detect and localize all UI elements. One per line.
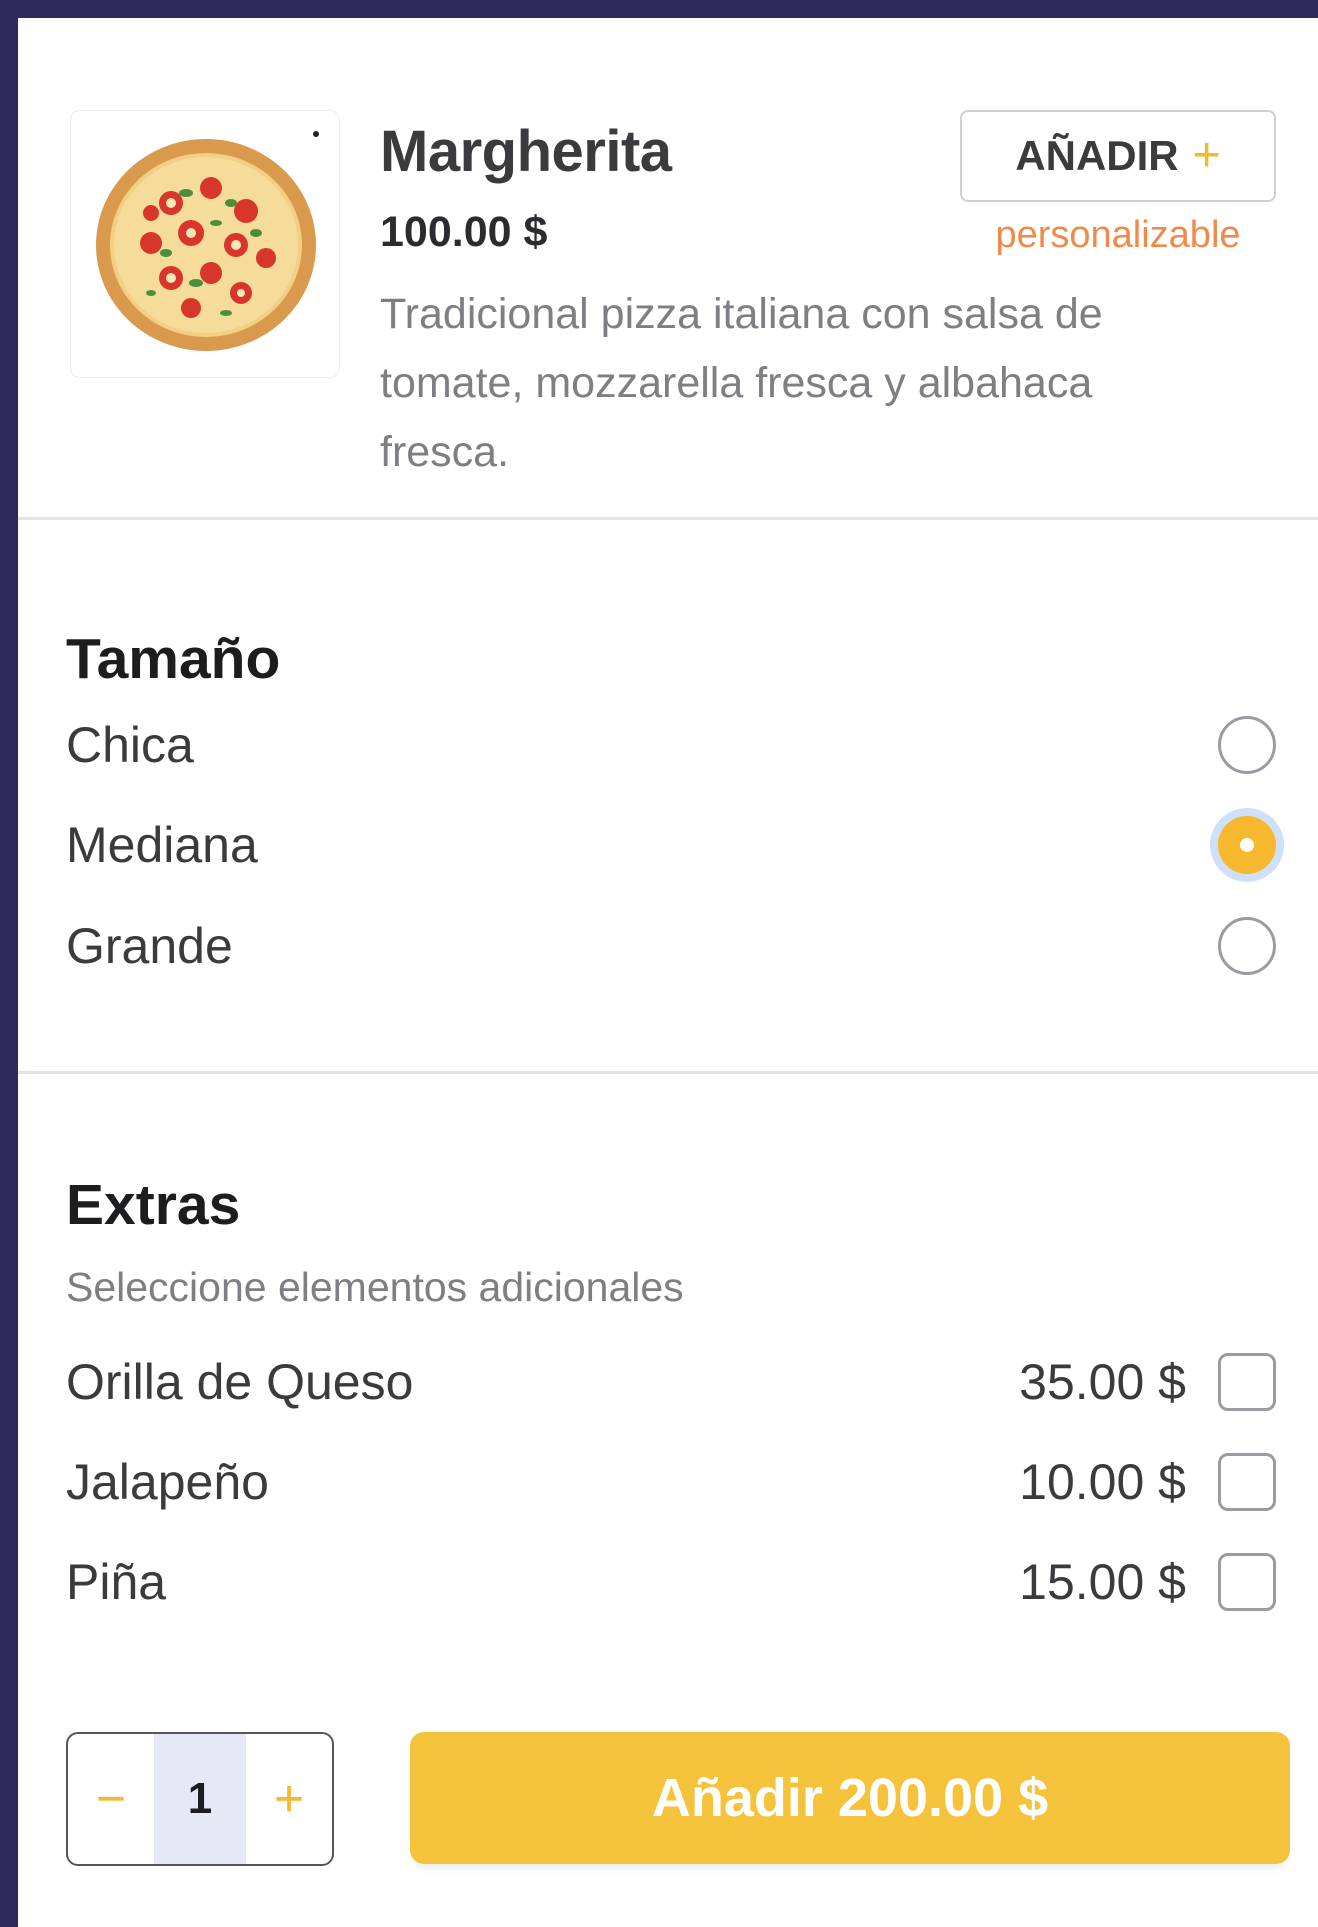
size-option-label: Mediana xyxy=(66,817,258,873)
size-radio-grande[interactable] xyxy=(1218,917,1276,975)
product-name: Margherita xyxy=(380,119,672,184)
extra-checkbox-orilla-de-queso[interactable] xyxy=(1218,1353,1276,1411)
size-option-mediana[interactable]: Mediana xyxy=(66,805,1276,885)
extra-item-price: 10.00 $ xyxy=(1019,1454,1186,1510)
customizable-note: personalizable xyxy=(995,214,1241,256)
extra-item-jalapeno[interactable]: Jalapeño 10.00 $ xyxy=(66,1442,1276,1522)
size-option-label: Chica xyxy=(66,717,194,773)
extra-item-label: Piña xyxy=(66,1554,167,1610)
plus-icon: + xyxy=(1192,129,1221,182)
size-title: Tamaño xyxy=(66,627,281,691)
size-option-grande[interactable]: Grande xyxy=(66,906,1276,986)
extra-checkbox-pina[interactable] xyxy=(1218,1553,1276,1611)
extra-item-price: 15.00 $ xyxy=(1019,1554,1186,1610)
extra-item-controls: 10.00 $ xyxy=(1019,1453,1276,1511)
product-image xyxy=(70,110,340,378)
add-button-label: AÑADIR xyxy=(1015,132,1179,179)
extra-item-label: Orilla de Queso xyxy=(66,1354,414,1410)
pizza-icon xyxy=(96,139,316,351)
quantity-stepper: − 1 + xyxy=(66,1732,334,1866)
product-price: 100.00 $ xyxy=(380,208,548,256)
product-customization-card: Margherita 100.00 $ Tradicional pizza it… xyxy=(18,18,1318,1927)
size-option-chica[interactable]: Chica xyxy=(66,705,1276,785)
extra-item-orilla-de-queso[interactable]: Orilla de Queso 35.00 $ xyxy=(66,1342,1276,1422)
increment-button[interactable]: + xyxy=(246,1734,332,1864)
add-button[interactable]: AÑADIR + xyxy=(960,110,1276,202)
product-header: Margherita 100.00 $ Tradicional pizza it… xyxy=(18,18,1318,520)
extra-item-label: Jalapeño xyxy=(66,1454,269,1510)
extra-item-pina[interactable]: Piña 15.00 $ xyxy=(66,1542,1276,1622)
add-to-cart-button[interactable]: Añadir 200.00 $ xyxy=(410,1732,1290,1864)
decrement-button[interactable]: − xyxy=(68,1734,154,1864)
product-description: Tradicional pizza italiana con salsa de … xyxy=(380,290,1103,476)
quantity-value[interactable]: 1 xyxy=(154,1734,246,1864)
size-section: Tamaño Chica Mediana Grande xyxy=(18,520,1318,1074)
size-radio-mediana[interactable] xyxy=(1218,816,1276,874)
extras-title: Extras xyxy=(66,1173,241,1237)
size-option-label: Grande xyxy=(66,918,233,974)
extra-checkbox-jalapeno[interactable] xyxy=(1218,1453,1276,1511)
extra-item-controls: 35.00 $ xyxy=(1019,1353,1276,1411)
extras-subtitle: Seleccione elementos adicionales xyxy=(66,1264,684,1310)
size-radio-chica[interactable] xyxy=(1218,716,1276,774)
extra-item-price: 35.00 $ xyxy=(1019,1354,1186,1410)
extra-item-controls: 15.00 $ xyxy=(1019,1553,1276,1611)
